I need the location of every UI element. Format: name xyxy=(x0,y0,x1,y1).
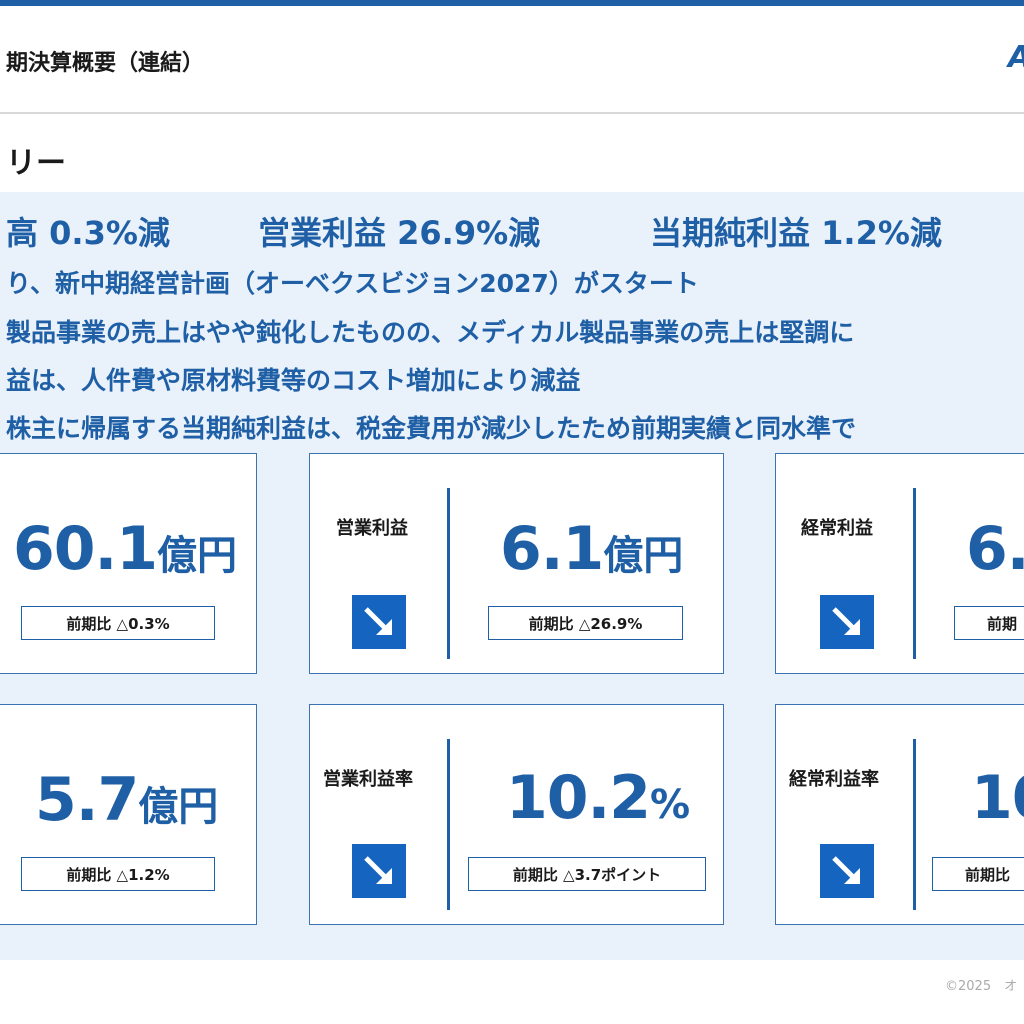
header-divider xyxy=(0,112,1024,114)
arrow-down-right-icon xyxy=(352,595,406,649)
copyright-footer: ©2025 オ xyxy=(945,979,1018,994)
kpi-value: 5.7億円 xyxy=(35,765,219,835)
card-divider xyxy=(447,488,450,659)
headline-operating-income: 営業利益 26.9%減 xyxy=(258,214,541,252)
kpi-card-net-income: 5.7億円 前期比 △1.2% xyxy=(0,704,257,925)
kpi-comparison: 前期 xyxy=(954,606,1024,640)
kpi-label: 営業利益率 xyxy=(323,769,413,790)
headline-sales: 高 0.3%減 xyxy=(6,214,170,252)
card-divider xyxy=(447,739,450,910)
arrow-down-right-icon xyxy=(352,844,406,898)
kpi-comparison: 前期比 △3.7ポイント xyxy=(468,857,706,891)
kpi-comparison: 前期比 △26.9% xyxy=(488,606,683,640)
bullet-item: 益は、人件費や原材料費等のコスト増加により減益 xyxy=(6,366,581,395)
bullet-item: 製品事業の売上はやや鈍化したものの、メディカル製品事業の売上は堅調に xyxy=(6,318,855,347)
section-title: リー xyxy=(6,146,66,181)
arrow-down-right-icon xyxy=(820,844,874,898)
kpi-comparison: 前期比 xyxy=(932,857,1024,891)
bullet-item: り、新中期経営計画（オーベクスビジョン2027）がスタート xyxy=(6,269,699,298)
kpi-label: 営業利益 xyxy=(336,518,408,539)
kpi-comparison: 前期比 △1.2% xyxy=(21,857,215,891)
kpi-card-ordinary-margin: 経常利益率 10 前期比 xyxy=(775,704,1024,925)
kpi-value: 6.1億円 xyxy=(500,514,684,584)
kpi-value: 10 xyxy=(971,763,1024,833)
top-accent-bar xyxy=(0,0,1024,6)
company-logo: A xyxy=(1008,40,1024,75)
kpi-card-operating-income: 営業利益 6.1億円 前期比 △26.9% xyxy=(309,453,724,674)
kpi-card-sales: 60.1億円 前期比 △0.3% xyxy=(0,453,257,674)
page-title: 期決算概要（連結） xyxy=(6,51,205,76)
kpi-value: 6. xyxy=(966,514,1024,584)
card-divider xyxy=(913,739,916,910)
kpi-label: 経常利益 xyxy=(801,518,873,539)
headline-net-income: 当期純利益 1.2%減 xyxy=(650,214,942,252)
kpi-card-operating-margin: 営業利益率 10.2% 前期比 △3.7ポイント xyxy=(309,704,724,925)
kpi-comparison: 前期比 △0.3% xyxy=(21,606,215,640)
card-divider xyxy=(913,488,916,659)
bullet-item: 株主に帰属する当期純利益は、税金費用が減少したため前期実績と同水準で xyxy=(6,414,857,443)
kpi-value: 60.1億円 xyxy=(13,514,238,584)
kpi-card-ordinary-income: 経常利益 6. 前期 xyxy=(775,453,1024,674)
kpi-value: 10.2% xyxy=(506,763,691,833)
arrow-down-right-icon xyxy=(820,595,874,649)
kpi-label: 経常利益率 xyxy=(789,769,879,790)
